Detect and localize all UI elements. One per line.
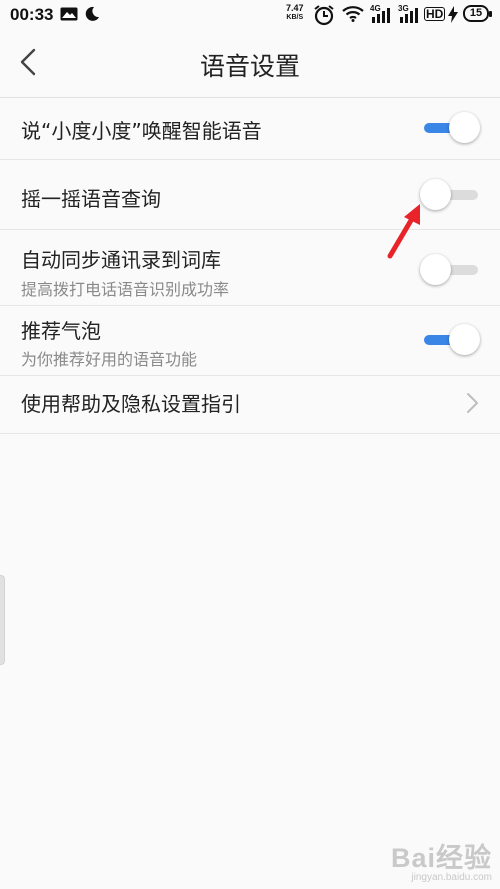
wifi-icon [342,6,364,22]
battery-icon: 15 [463,5,492,22]
bubble-label: 推荐气泡 [21,319,101,343]
hd-badge: HD [424,7,446,21]
net-speed-value: 7.47 [286,3,304,13]
help-privacy-label: 使用帮助及隐私设置指引 [21,392,241,416]
page-title: 语音设置 [199,52,300,81]
net-speed: 7.47 KB/S [286,4,304,22]
signal-strength-icon [400,8,418,23]
baidu-jingyan-watermark: Bai经验 jingyan.baidu.com [391,836,492,883]
toggle-knob [449,112,480,143]
wake-word-label: 说“小度小度”唤醒智能语音 [21,119,262,143]
bubble-description: 为你推荐好用的语音功能 [21,350,198,369]
setting-row-wake-word: 说“小度小度”唤醒智能语音 [0,98,500,160]
annotation-arrow-icon [387,204,420,259]
app-header: 语音设置 [0,30,500,98]
wake-word-toggle[interactable] [420,111,482,145]
battery-level: 15 [469,7,483,19]
bubble-toggle[interactable] [420,323,482,357]
charging-bolt-icon [448,6,458,23]
watermark-text: Bai经验 [390,843,492,873]
setting-row-bubble: 推荐气泡 为你推荐好用的语音功能 [0,306,500,376]
shake-query-label: 摇一摇语音查询 [21,187,161,211]
signal-strength-icon [372,8,390,23]
sync-contacts-description: 提高拨打电话语音识别成功率 [21,280,230,299]
sync-contacts-label: 自动同步通讯录到词库 [21,248,221,272]
status-bar: 00:33 7.47 KB/S 4G 3G HD 15 [0,0,500,30]
alarm-clock-icon [314,5,334,26]
image-notification-icon [60,7,78,21]
floating-side-tab[interactable] [0,575,5,665]
moon-icon [85,6,99,21]
toggle-knob [449,324,480,355]
status-time: 00:33 [10,5,54,24]
setting-row-help-privacy[interactable]: 使用帮助及隐私设置指引 [0,376,500,434]
chevron-right-icon [467,393,478,413]
net-speed-unit: KB/S [286,14,304,21]
